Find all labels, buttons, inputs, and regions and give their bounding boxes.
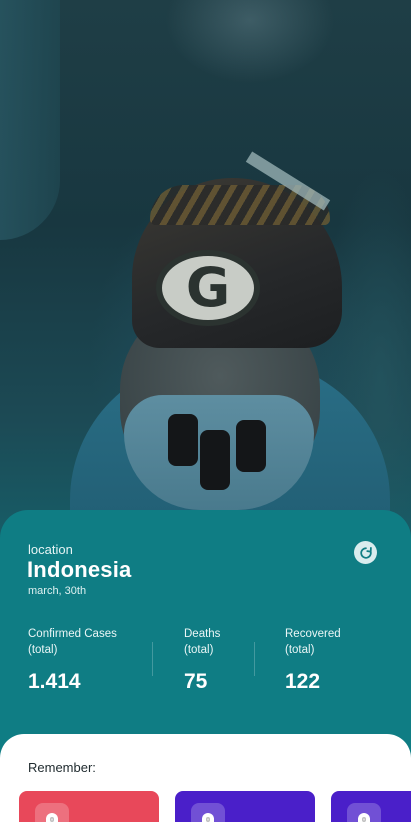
stat-value: 122 (285, 670, 321, 693)
stat-divider (254, 642, 255, 676)
tip-card[interactable] (19, 791, 159, 822)
tip-icon (347, 803, 381, 822)
stat-value: 75 (184, 670, 208, 693)
stat-deaths: Deaths (total) 75 (184, 626, 220, 694)
hero-image: G (0, 0, 411, 580)
remember-title: Remember: (28, 760, 96, 775)
hero-loupe-right (236, 420, 266, 472)
stat-confirmed: Confirmed Cases (total) 1.414 (28, 626, 117, 694)
refresh-icon (359, 546, 372, 559)
tip-card[interactable] (175, 791, 315, 822)
stat-label: Recovered (285, 628, 341, 640)
stat-sublabel: (total) (285, 644, 315, 656)
location-name[interactable]: Indonesia (27, 557, 132, 583)
stat-value: 1.414 (28, 670, 81, 693)
stat-divider (152, 642, 153, 676)
hero-loupe-left (168, 414, 198, 466)
remember-sheet: Remember: (0, 734, 411, 822)
stat-recovered: Recovered (total) 122 (285, 626, 341, 694)
hero-cap-logo: G (156, 250, 260, 326)
hero-loupe-light (200, 430, 230, 490)
app-screen: G location Indonesia march, 30th Confirm… (0, 0, 411, 822)
stat-sublabel: (total) (184, 644, 214, 656)
location-date: march, 30th (28, 585, 87, 597)
refresh-button[interactable] (354, 541, 377, 564)
location-label: location (28, 542, 73, 557)
hero-drape (0, 0, 60, 240)
stat-sublabel: (total) (28, 644, 58, 656)
stat-label: Deaths (184, 628, 221, 640)
tip-card[interactable] (331, 791, 411, 822)
tip-icon (191, 803, 225, 822)
tip-icon (35, 803, 69, 822)
stat-label: Confirmed Cases (28, 628, 117, 640)
